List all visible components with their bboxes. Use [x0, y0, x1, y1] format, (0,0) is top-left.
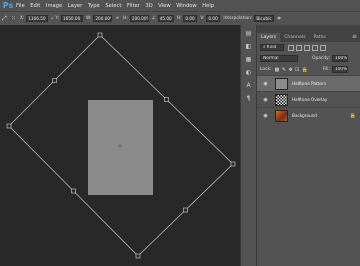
filter-row: ⌕ Kind [257, 42, 360, 53]
adjustments-icon[interactable]: ◐ [244, 68, 254, 77]
lock-artboard-icon[interactable]: ⊡ [295, 67, 299, 73]
layer-thumbnail [275, 109, 288, 122]
eye-icon[interactable]: ◉ [261, 81, 270, 87]
lock-pixels-icon[interactable]: ✎ [282, 67, 286, 73]
history-icon[interactable]: ▤ [244, 29, 254, 38]
menu-file[interactable]: File [16, 3, 25, 9]
interpolation-select[interactable]: Bicubic [254, 15, 275, 22]
opacity-label: Opacity: [312, 56, 331, 61]
transform-tool-icon[interactable]: ⤢ [2, 15, 7, 23]
transform-handle-top-left[interactable] [52, 78, 57, 83]
layer-name[interactable]: Halftone Overlay [292, 97, 327, 102]
filter-type-icons [288, 44, 328, 51]
menu-help[interactable]: Help [202, 3, 214, 9]
lock-row: Lock: ▩ ✎ ✥ ⊡ 🔒 Fill: 100% [257, 64, 360, 75]
panel-menu-icon[interactable]: ≡ [352, 32, 357, 42]
angle-field[interactable]: 45.00 [157, 15, 174, 22]
layer-background[interactable]: ◉ Background 🔒 [257, 107, 360, 123]
x-field[interactable]: 1306.50 px [26, 15, 49, 22]
tab-paths[interactable]: Paths [309, 33, 330, 42]
tab-channels[interactable]: Channels [280, 33, 309, 42]
layer-thumbnail [275, 77, 288, 90]
warp-icon[interactable]: ⌗ [277, 15, 280, 23]
reference-point-icon[interactable]: ⁙ [11, 15, 16, 22]
y-field[interactable]: 1650.00 px [60, 15, 83, 22]
swatches-icon[interactable]: ▦ [244, 55, 254, 64]
interpolation-label: Interpolation: [223, 16, 253, 21]
link-icon[interactable]: ∞ [115, 16, 119, 21]
pixel-filter-icon[interactable] [288, 44, 294, 51]
menu-3d[interactable]: 3D [145, 3, 152, 9]
layers-panel: Layers Channels Paths ≡ ⌕ Kind Normal Op… [256, 25, 360, 266]
menu-type[interactable]: Type [88, 3, 100, 9]
adjustment-filter-icon[interactable] [296, 44, 302, 51]
tab-layers[interactable]: Layers [257, 33, 281, 42]
opacity-field[interactable]: 100% [332, 55, 349, 62]
canvas-svg [6, 32, 236, 259]
smart-object-filter-icon[interactable] [320, 44, 326, 51]
menu-image[interactable]: Image [46, 3, 62, 9]
paragraph-icon[interactable]: ¶ [244, 94, 254, 103]
layer-halftone-overlay[interactable]: ◉ Halftone Overlay [257, 91, 360, 107]
angle-icon: ∠ [151, 16, 156, 21]
transform-handle-bottom-left[interactable] [71, 188, 76, 194]
transform-handle-left[interactable] [6, 123, 12, 129]
panel-tabs: Layers Channels Paths ≡ [257, 32, 360, 42]
h-skew-field[interactable]: 0.00 [183, 15, 198, 22]
properties-icon[interactable]: ◧ [244, 42, 254, 51]
canvas-area[interactable] [0, 25, 240, 266]
x-label: X: [19, 16, 25, 21]
lock-icon: 🔒 [349, 112, 356, 119]
h-field[interactable]: 200.00% [129, 15, 149, 22]
fill-label: Fill: [322, 67, 330, 72]
fill-field[interactable]: 100% [331, 66, 348, 73]
type-filter-icon[interactable] [304, 44, 310, 51]
character-icon[interactable]: A [244, 81, 254, 90]
w-label: W: [85, 16, 92, 21]
layer-name[interactable]: Background [292, 113, 317, 118]
menu-window[interactable]: Window [176, 3, 196, 9]
menu-view[interactable]: View [158, 3, 170, 9]
relative-position-icon[interactable]: ▵ [51, 16, 53, 21]
h-skew-label: H: [176, 16, 182, 21]
layer-halftone-pattern[interactable]: ◉ Halftone Pattern [257, 75, 360, 91]
blend-row: Normal Opacity: 100% [257, 53, 360, 64]
blend-mode-select[interactable]: Normal [260, 55, 298, 62]
panel-icon-strip: ▤ ◧ ▦ ◐ A ¶ [240, 25, 256, 266]
layer-name[interactable]: Halftone Pattern [292, 81, 326, 86]
lock-icons: ▩ ✎ ✥ ⊡ 🔒 [275, 67, 311, 73]
eye-icon[interactable]: ◉ [261, 113, 270, 119]
menu-edit[interactable]: Edit [30, 3, 40, 9]
eye-icon[interactable]: ◉ [261, 97, 270, 103]
lock-label: Lock: [260, 67, 272, 72]
panel-header [257, 25, 360, 32]
menu-filter[interactable]: Filter [127, 3, 140, 9]
shape-filter-icon[interactable] [312, 44, 318, 51]
transform-handle-bottom-right[interactable] [183, 207, 188, 213]
lock-position-icon[interactable]: ✥ [288, 67, 292, 73]
lock-transparency-icon[interactable]: ▩ [275, 67, 280, 73]
document-image [88, 100, 153, 195]
transform-handle-top[interactable] [97, 32, 103, 38]
transform-handle-top-right[interactable] [164, 97, 169, 102]
v-skew-label: V: [200, 16, 205, 21]
w-field[interactable]: 200.00% [93, 15, 113, 22]
filter-kind-label: Kind [266, 45, 277, 50]
lock-all-icon[interactable]: 🔒 [302, 67, 308, 73]
menu-layer[interactable]: Layer [68, 3, 82, 9]
h-label: H: [123, 16, 128, 21]
photoshop-logo[interactable]: Ps [0, 0, 16, 11]
filter-kind-select[interactable]: ⌕ Kind [260, 44, 284, 51]
menu-bar: Ps File Edit Image Layer Type Select Fil… [0, 0, 360, 11]
transform-handle-right[interactable] [230, 161, 236, 167]
layer-thumbnail [275, 93, 288, 106]
y-label: Y: [55, 16, 59, 21]
options-bar: ⤢ ⁙ X: 1306.50 px ▵ Y: 1650.00 px W: 200… [0, 11, 360, 25]
transform-handle-bottom[interactable] [135, 253, 141, 259]
menu-select[interactable]: Select [105, 3, 121, 9]
v-skew-field[interactable]: 0.00 [206, 15, 221, 22]
